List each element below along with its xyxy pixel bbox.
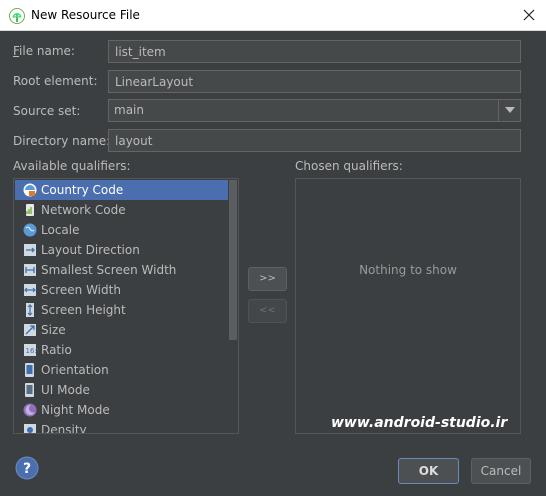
qualifier-item-layout-direction[interactable]: Layout Direction xyxy=(15,240,228,260)
file-name-field[interactable] xyxy=(108,40,521,63)
svg-text:?: ? xyxy=(23,461,31,477)
qualifier-item-screen-width[interactable]: Screen Width xyxy=(15,280,228,300)
file-name-label: File name: xyxy=(13,44,75,58)
ratio-icon: 16:9 xyxy=(24,344,39,356)
directory-name-label: Directory name: xyxy=(13,134,111,148)
cancel-button[interactable]: Cancel xyxy=(471,458,531,484)
help-icon[interactable]: ? xyxy=(15,456,39,480)
layout-direction-icon xyxy=(24,244,36,256)
qualifier-item-ratio[interactable]: 16:9 Ratio xyxy=(15,340,228,360)
source-set-value: main xyxy=(114,103,144,117)
qualifier-item-size[interactable]: Size xyxy=(15,320,228,340)
ui-mode-icon xyxy=(25,383,34,397)
source-set-dropdown-button[interactable] xyxy=(498,99,521,122)
title-bar: New Resource File xyxy=(0,0,546,31)
qualifier-item-density[interactable]: Density xyxy=(15,420,228,433)
qualifier-item-network-code[interactable]: Network Code xyxy=(15,200,228,220)
source-set-label: Source set: xyxy=(13,104,81,118)
chosen-qualifiers-label: Chosen qualifiers: xyxy=(295,159,403,173)
add-qualifier-button[interactable]: >> xyxy=(248,267,287,291)
screen-height-icon xyxy=(26,303,34,317)
size-icon xyxy=(24,324,36,336)
chevron-down-icon xyxy=(505,107,515,113)
qualifier-item-country-code[interactable]: Country Code xyxy=(15,180,228,200)
screen-width-icon xyxy=(24,284,36,296)
qualifier-item-orientation[interactable]: Orientation xyxy=(15,360,228,380)
qualifier-list-scrollbar[interactable] xyxy=(229,180,237,340)
density-icon xyxy=(24,424,36,433)
qualifier-item-locale[interactable]: Locale xyxy=(15,220,228,240)
window-title: New Resource File xyxy=(31,8,140,22)
available-qualifiers-label: Available qualifiers: xyxy=(13,159,131,173)
country-code-icon xyxy=(23,183,37,197)
chosen-qualifiers-list[interactable]: Nothing to show xyxy=(295,178,521,434)
orientation-icon xyxy=(25,363,34,377)
android-studio-icon xyxy=(9,8,25,24)
network-code-icon xyxy=(26,204,34,216)
qualifier-item-night-mode[interactable]: Night Mode xyxy=(15,400,228,420)
remove-qualifier-button[interactable]: << xyxy=(248,299,287,323)
close-icon[interactable] xyxy=(522,8,536,22)
svg-text:16:9: 16:9 xyxy=(26,347,39,355)
empty-list-message: Nothing to show xyxy=(359,263,457,277)
available-qualifiers-list[interactable]: Country Code Network Code Locale Layout … xyxy=(13,178,239,434)
smallest-width-icon xyxy=(24,264,36,276)
root-element-field[interactable] xyxy=(108,70,521,93)
night-mode-icon xyxy=(23,403,37,417)
qualifier-item-smallest-screen-width[interactable]: Smallest Screen Width xyxy=(15,260,228,280)
source-set-select[interactable]: main xyxy=(108,99,521,122)
root-element-label: Root element: xyxy=(13,74,98,88)
directory-name-field[interactable] xyxy=(108,129,521,152)
watermark-text: www.android-studio.ir xyxy=(331,415,508,431)
ok-button[interactable]: OK xyxy=(398,458,459,484)
globe-icon xyxy=(23,223,37,237)
qualifier-item-screen-height[interactable]: Screen Height xyxy=(15,300,228,320)
qualifier-item-ui-mode[interactable]: UI Mode xyxy=(15,380,228,400)
